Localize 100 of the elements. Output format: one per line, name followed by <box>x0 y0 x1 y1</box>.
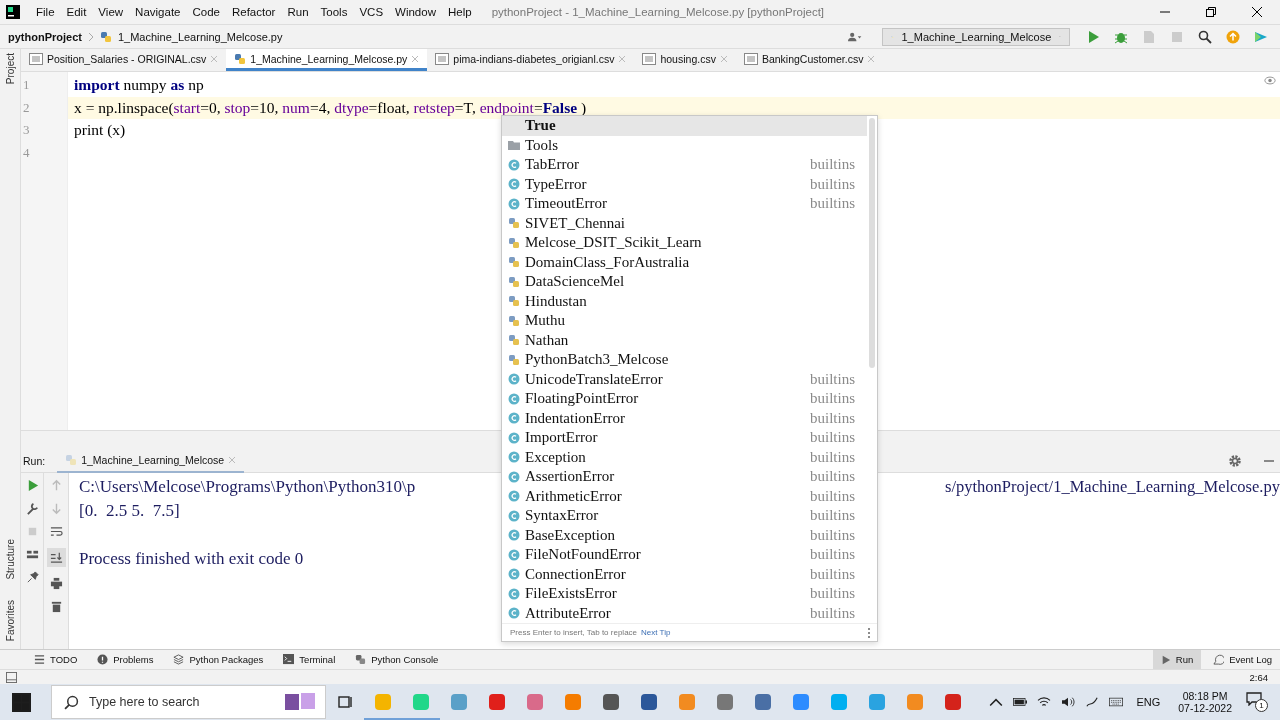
breadcrumb-item[interactable]: pythonProject <box>8 30 82 43</box>
tool-window-tab[interactable]: TODO <box>26 650 86 669</box>
chevron-up-icon[interactable] <box>989 696 1004 708</box>
completion-item[interactable]: ConnectionError builtins <box>502 564 867 584</box>
tool-window-tab[interactable]: Python Packages <box>165 650 272 669</box>
python-package-icon <box>508 236 520 249</box>
tool-window-tab[interactable]: Terminal <box>275 650 344 669</box>
completion-item[interactable]: AssertionError builtins <box>502 467 867 487</box>
table-file-icon <box>743 52 758 65</box>
completion-item[interactable]: SIVET_Chennai <box>502 213 867 233</box>
table-file-icon <box>642 52 657 65</box>
completion-item[interactable]: SyntaxError builtins <box>502 506 867 526</box>
file-tab[interactable]: housing.csv <box>634 49 736 71</box>
breadcrumb-item[interactable]: 1_Machine_Learning_Melcose.py <box>117 30 283 43</box>
tool-window-tab[interactable]: Problems <box>89 650 162 669</box>
cursor-position[interactable]: 2:64 <box>1249 671 1268 683</box>
menu-item[interactable]: Navigate <box>129 6 187 18</box>
file-tab[interactable]: BankingCustomer.csv <box>735 49 884 71</box>
chevron-icon <box>87 31 94 42</box>
plugin-logo-icon[interactable] <box>1254 29 1268 44</box>
tool-window-tab[interactable]: Python Console <box>347 650 447 669</box>
language-indicator[interactable]: ENG <box>1136 696 1161 708</box>
battery-icon[interactable] <box>1013 696 1028 708</box>
completion-item[interactable]: Hindustan <box>502 291 867 311</box>
completion-item[interactable]: FileExistsError builtins <box>502 584 867 604</box>
tool-window-tab[interactable]: Event Log <box>1205 650 1280 669</box>
completion-item[interactable]: Tools <box>502 135 867 155</box>
completion-item[interactable]: FloatingPointError builtins <box>502 389 867 409</box>
menu-item[interactable]: View <box>92 6 130 18</box>
completion-item[interactable]: BaseException builtins <box>502 525 867 545</box>
completion-item[interactable]: UnicodeTranslateError builtins <box>502 369 867 389</box>
update-icon[interactable] <box>1226 29 1240 44</box>
completion-item[interactable]: TypeError builtins <box>502 174 867 194</box>
menu-item[interactable]: Window <box>389 6 442 18</box>
keyboard-icon[interactable] <box>1109 696 1124 708</box>
tool-window-tab[interactable]: Run <box>1152 650 1202 669</box>
trash-icon[interactable] <box>49 600 63 613</box>
python-file-icon <box>99 30 112 43</box>
completion-item[interactable]: PythonBatch3_Melcose <box>502 350 867 370</box>
scroll-to-end-icon[interactable] <box>46 548 66 567</box>
speaker-icon[interactable] <box>1061 696 1076 708</box>
search-icon[interactable] <box>1198 29 1212 44</box>
completion-item[interactable]: ArithmeticError builtins <box>502 486 867 506</box>
completion-item[interactable]: Nathan <box>502 330 867 350</box>
clock-time[interactable]: 08:18 PM <box>1182 690 1228 702</box>
settings-icon[interactable] <box>1228 454 1242 468</box>
completion-item[interactable]: IndentationError builtins <box>502 408 867 428</box>
side-tool-tab[interactable]: Project <box>4 53 16 85</box>
menu-item[interactable]: Refactor <box>225 6 282 18</box>
completion-item[interactable]: DataScienceMel <box>502 272 867 292</box>
menu-item[interactable]: Edit <box>60 6 93 18</box>
soft-wrap-icon[interactable] <box>49 525 63 538</box>
completion-item[interactable]: FileNotFoundError builtins <box>502 545 867 565</box>
table-file-icon <box>29 52 43 65</box>
clock-date[interactable]: 07-12-2022 <box>1178 702 1232 714</box>
run-icon[interactable] <box>1086 29 1100 44</box>
menu-item[interactable]: Tools <box>314 6 354 18</box>
side-tool-tab[interactable]: Structure <box>4 539 16 580</box>
class-icon <box>508 529 520 542</box>
completion-item[interactable]: TimeoutError builtins <box>502 194 867 214</box>
completion-item[interactable]: TabError builtins <box>502 155 867 175</box>
wrench-icon[interactable] <box>25 502 39 515</box>
line-number: 4 <box>22 143 31 162</box>
file-tab[interactable]: pima-indians-diabetes_origianl.csv <box>427 49 635 71</box>
file-tab[interactable]: Position_Salaries - ORIGINAL.csv <box>21 49 227 71</box>
completion-item[interactable]: ImportError builtins <box>502 428 867 448</box>
menu-item[interactable]: Code <box>186 6 226 18</box>
next-tip-link[interactable]: Next Tip <box>641 628 671 637</box>
taskbar-search-field[interactable]: Type here to search <box>51 685 326 719</box>
side-tool-tab[interactable]: Favorites <box>4 599 16 641</box>
menu-item[interactable]: Help <box>441 6 478 18</box>
menu-item[interactable]: Run <box>281 6 315 18</box>
notification-icon[interactable] <box>1246 692 1262 706</box>
printer-icon[interactable] <box>49 577 63 590</box>
menu-item[interactable]: File <box>30 6 61 18</box>
console-output: [0. 2.5 5. 7.5] <box>79 501 180 522</box>
pen-icon[interactable] <box>1085 696 1100 708</box>
list-icon <box>34 654 45 665</box>
completion-item[interactable]: AttributeError builtins <box>502 603 867 623</box>
wifi-icon[interactable] <box>1037 696 1052 708</box>
close-icon[interactable] <box>1252 7 1262 17</box>
run-configuration-dropdown[interactable]: 1_Machine_Learning_Melcose <box>882 27 1070 46</box>
layout-icon[interactable] <box>25 548 39 561</box>
menu-item[interactable]: VCS <box>353 6 390 18</box>
python-package-icon <box>508 353 520 366</box>
python-package-icon <box>508 275 520 288</box>
restore-icon[interactable] <box>1206 7 1216 17</box>
completion-item[interactable]: Muthu <box>502 311 867 331</box>
pin-icon[interactable] <box>25 571 39 584</box>
completion-item[interactable]: True <box>502 116 867 136</box>
class-icon <box>508 509 520 522</box>
more-options-icon[interactable] <box>867 626 871 639</box>
panel-toggle-icon[interactable] <box>6 671 17 683</box>
scrollbar[interactable] <box>869 118 875 368</box>
file-tab[interactable]: 1_Machine_Learning_Melcose.py <box>226 49 428 71</box>
completion-item[interactable]: Exception builtins <box>502 447 867 467</box>
python-package-icon <box>508 314 520 327</box>
completion-item[interactable]: Melcose_DSIT_Scikit_Learn <box>502 233 867 253</box>
completion-item[interactable]: DomainClass_ForAustralia <box>502 252 867 272</box>
eye-icon[interactable] <box>1264 76 1276 85</box>
